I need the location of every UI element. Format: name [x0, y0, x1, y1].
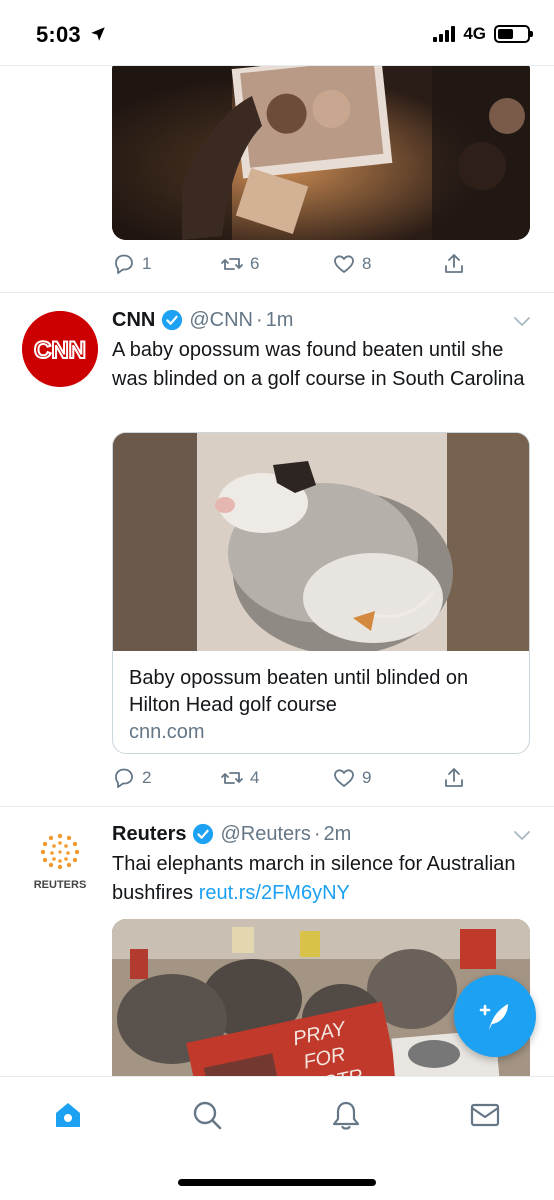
tweet-photo-vigil[interactable] — [112, 66, 530, 240]
tab-notifications[interactable] — [328, 1097, 364, 1133]
meta-separator: · — [313, 822, 321, 845]
retweet-button[interactable]: 6 — [220, 252, 259, 276]
status-bar: 5:03 4G — [0, 0, 554, 66]
share-icon — [445, 768, 463, 787]
vigil-photo-image — [112, 66, 530, 240]
status-time: 5:03 — [36, 22, 81, 47]
avatar-cnn[interactable]: CNN — [22, 311, 98, 387]
retweet-count: 4 — [250, 768, 260, 787]
tab-search[interactable] — [189, 1097, 225, 1133]
author-name[interactable]: Reuters — [112, 823, 186, 846]
reply-button[interactable]: 2 — [112, 766, 151, 790]
retweet-button[interactable]: 4 — [220, 766, 259, 790]
status-indicators: 4G — [433, 24, 533, 44]
cellular-signal-icon — [433, 26, 456, 42]
link-card[interactable]: Baby opossum beaten until blinded on Hil… — [112, 432, 530, 754]
chevron-down-icon[interactable] — [512, 825, 532, 845]
reuters-wordmark: REUTERS — [33, 879, 87, 891]
tweet-actions: 2 4 9 — [112, 766, 532, 796]
like-button[interactable]: 9 — [332, 766, 371, 790]
cnn-logo: CNN — [22, 311, 98, 387]
meta-separator: · — [255, 308, 263, 331]
share-button[interactable] — [442, 252, 466, 276]
card-domain: cnn.com — [129, 721, 205, 743]
tweet-time: 2m — [323, 822, 352, 845]
tweet-actions: 1 6 8 — [112, 252, 532, 282]
author-handle[interactable]: @CNN — [189, 309, 253, 332]
author-handle[interactable]: @Reuters — [220, 823, 310, 846]
tweet-divider — [0, 292, 554, 293]
heart-icon — [334, 255, 354, 273]
chevron-down-icon[interactable] — [512, 311, 532, 331]
like-count: 8 — [362, 254, 372, 273]
tweet-text: Thai elephants march in silence for Aust… — [112, 850, 532, 908]
like-button[interactable]: 8 — [332, 252, 371, 276]
messages-icon — [470, 1103, 500, 1127]
avatar-reuters[interactable]: REUTERS — [22, 826, 98, 902]
timeline-feed[interactable]: 1 6 8 CNN CNN @CNN · 1m A baby opossum w… — [0, 66, 554, 1076]
tab-messages[interactable] — [467, 1097, 503, 1133]
home-icon — [56, 1103, 80, 1127]
battery-icon — [494, 25, 533, 43]
author-name[interactable]: CNN — [112, 309, 155, 332]
tweet-link[interactable]: reut.rs/2FM6yNY — [199, 882, 350, 904]
tweet-divider — [0, 806, 554, 807]
verified-badge-icon — [193, 823, 214, 845]
search-icon — [193, 1101, 222, 1130]
tab-home[interactable] — [50, 1097, 86, 1133]
notifications-icon — [332, 1101, 360, 1130]
reply-count: 2 — [142, 768, 152, 787]
tweet-header: Reuters @Reuters · 2m — [112, 820, 351, 848]
svg-text:CNN: CNN — [34, 337, 86, 364]
compose-feather-icon — [479, 1004, 508, 1030]
retweet-icon — [221, 258, 243, 270]
share-button[interactable] — [442, 766, 466, 790]
home-indicator[interactable] — [178, 1179, 376, 1186]
reply-button[interactable]: 1 — [112, 252, 151, 276]
location-arrow-icon — [91, 27, 105, 41]
reply-icon — [115, 254, 133, 274]
share-icon — [445, 254, 463, 273]
retweet-icon — [221, 772, 243, 784]
verified-badge-icon — [162, 309, 183, 331]
network-type: 4G — [463, 24, 486, 43]
tweet-text: A baby opossum was found beaten until sh… — [112, 339, 525, 390]
like-count: 9 — [362, 768, 372, 787]
reply-count: 1 — [142, 254, 152, 273]
tweet-time: 1m — [265, 308, 294, 331]
retweet-count: 6 — [250, 254, 260, 273]
reply-icon — [115, 768, 133, 788]
heart-icon — [334, 769, 354, 787]
compose-tweet-button[interactable] — [454, 975, 536, 1057]
tweet-header: CNN @CNN · 1m — [112, 306, 293, 334]
card-title: Baby opossum beaten until blinded on Hil… — [129, 667, 469, 716]
card-image-opossum — [113, 433, 529, 651]
